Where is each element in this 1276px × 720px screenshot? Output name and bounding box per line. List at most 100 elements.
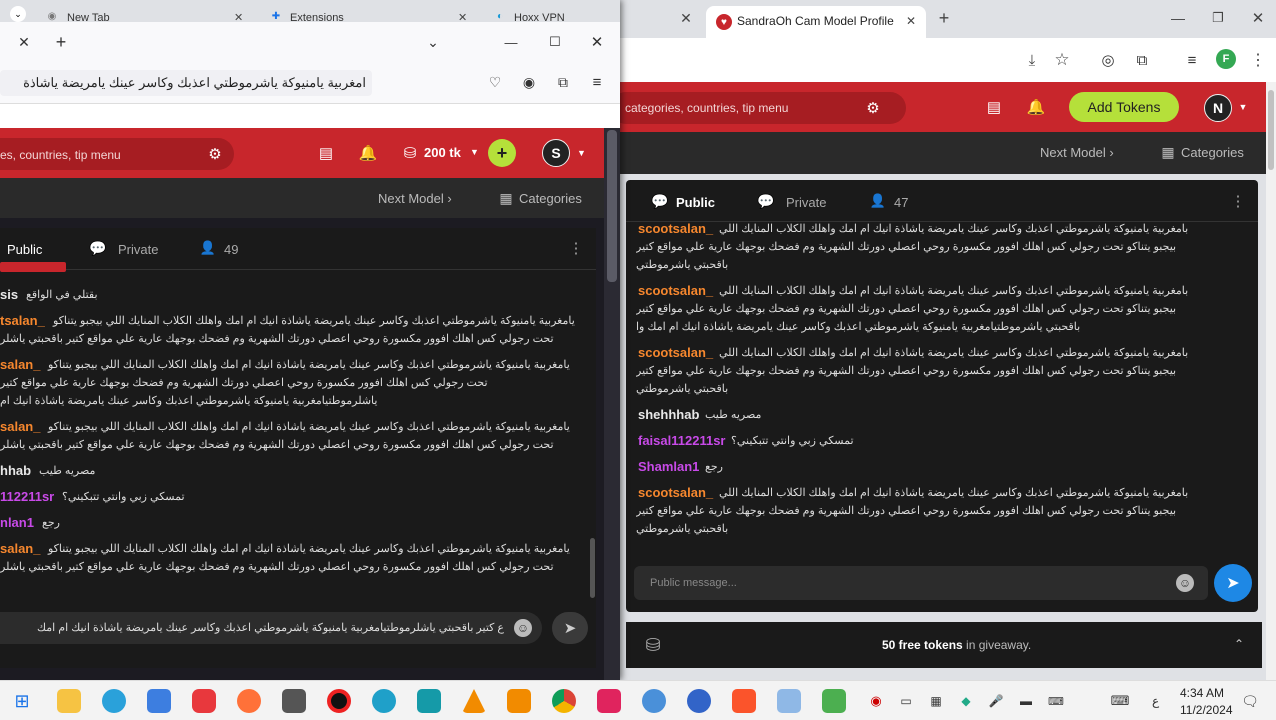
tab-private[interactable]: Private (118, 242, 158, 257)
tray-mic-icon[interactable]: 🎤 (988, 693, 1004, 709)
chat-menu-icon[interactable]: ⋮ (1230, 193, 1246, 210)
chat-username[interactable]: faisal112211sr (638, 432, 730, 450)
list-tabs-icon[interactable]: ⌄ (424, 33, 442, 51)
chevron-down-icon[interactable]: ▼ (470, 147, 479, 157)
chat-username[interactable]: salan_ (0, 356, 45, 374)
tray-app-icon[interactable]: ▦ (928, 693, 944, 709)
send-button[interactable]: ➤ (552, 612, 588, 644)
vlc-icon[interactable] (462, 689, 486, 713)
tab-dropdown-icon[interactable]: ⌄ (10, 6, 26, 22)
tab-close-icon[interactable]: ✕ (904, 14, 918, 28)
chat-username[interactable]: scootsalan_ (638, 484, 718, 502)
chat-username[interactable]: nlan1 (0, 514, 38, 532)
message-input[interactable]: ع كتير باقحبتي ياشلرموطتيامغربية يامنيوك… (0, 612, 542, 644)
clock-time[interactable]: 4:34 AM (1180, 686, 1224, 700)
chat-username[interactable]: salan_ (0, 540, 45, 558)
page-scrollbar[interactable] (1266, 82, 1276, 680)
extension-icon[interactable]: ◎ (1098, 50, 1118, 70)
next-model-link[interactable]: Next Model › (378, 191, 452, 206)
tab-public[interactable]: Public (7, 242, 42, 257)
firefox-icon[interactable] (237, 689, 261, 713)
photos-icon[interactable] (822, 689, 846, 713)
ur-browser-icon[interactable] (687, 689, 711, 713)
chat-username[interactable]: 112211sr (0, 488, 59, 506)
brave-icon[interactable] (732, 689, 756, 713)
pocket-icon[interactable]: ♡ (486, 73, 504, 91)
tab-title[interactable]: Hoxx VPN (514, 12, 565, 22)
media-icon[interactable]: ≡ (1182, 50, 1202, 70)
profile-avatar[interactable]: F (1216, 49, 1236, 69)
new-tab-button[interactable]: + (934, 8, 954, 28)
next-model-link[interactable]: Next Model › (1040, 145, 1114, 160)
tab-private[interactable]: Private (786, 195, 826, 210)
notepad-icon[interactable] (777, 689, 801, 713)
chromium-icon[interactable] (642, 689, 666, 713)
url-bar[interactable]: امغربية يامنيوكة ياشرموطتي اعذبك وكاسر ع… (0, 70, 372, 96)
emoji-icon[interactable]: ☺ (1176, 574, 1194, 592)
categories-link[interactable]: Categories (519, 191, 582, 206)
chat-scrollbar[interactable] (590, 538, 595, 598)
media-app-icon[interactable] (282, 689, 306, 713)
search-bar[interactable]: categories, countries, tip menu ⚙ (610, 92, 906, 124)
notification-center-icon[interactable]: 🗨 (1240, 692, 1260, 710)
chat-username[interactable]: shehhhab (638, 406, 704, 424)
chat-menu-icon[interactable]: ⋮ (568, 240, 584, 257)
extensions-icon[interactable]: ⧉ (554, 73, 572, 91)
tray-keyboard-icon[interactable]: ⌨ (1110, 693, 1130, 709)
tab-close-icon[interactable]: ✕ (678, 10, 694, 26)
giveaway-bar[interactable]: ⛁ 50 free tokens in giveaway. ⌃ (626, 622, 1262, 668)
chevron-up-icon[interactable]: ⌃ (1232, 637, 1246, 651)
tray-network-app-icon[interactable]: ◆ (958, 693, 974, 709)
minimize-button[interactable]: — (1168, 8, 1188, 28)
puzzle-icon[interactable]: ⧉ (1132, 50, 1152, 70)
tab-title[interactable]: New Tab (67, 12, 110, 22)
send-button[interactable]: ➤ (1214, 564, 1252, 602)
chat-username[interactable]: salan_ (0, 418, 45, 436)
edge-icon[interactable] (372, 689, 396, 713)
chat-username[interactable]: sis (0, 286, 23, 304)
close-window-button[interactable]: ✕ (1248, 8, 1268, 28)
chat-username[interactable]: scootsalan_ (638, 282, 718, 300)
add-tokens-plus-button[interactable]: + (488, 139, 516, 167)
tray-drive-icon[interactable]: ▬ (1018, 693, 1034, 709)
vivaldi-icon[interactable] (192, 689, 216, 713)
tray-record-icon[interactable]: ◉ (868, 693, 884, 709)
calculator-icon[interactable] (417, 689, 441, 713)
categories-link[interactable]: Categories (1181, 145, 1244, 160)
filter-icon[interactable]: ⚙ (206, 145, 224, 163)
restore-button[interactable]: ❐ (1208, 8, 1228, 28)
tab-title[interactable]: Extensions (290, 12, 344, 22)
start-icon[interactable]: ⊞ (10, 689, 34, 713)
chevron-down-icon[interactable]: ▼ (577, 148, 586, 158)
telegram-icon[interactable] (102, 689, 126, 713)
chat-username[interactable]: hhab (0, 462, 36, 480)
account-icon[interactable]: ◉ (520, 73, 538, 91)
emoji-icon[interactable]: ☺ (514, 619, 532, 637)
download-icon[interactable]: ⤓ (1022, 50, 1042, 70)
tray-ime-icon[interactable]: ⌨ (1048, 693, 1064, 709)
tray-display-icon[interactable]: ▭ (898, 693, 914, 709)
close-window-button[interactable]: ✕ (588, 33, 606, 51)
app-icon[interactable] (507, 689, 531, 713)
tab-sandraoh[interactable]: ♥ SandraOh Cam Model Profile | ✕ (706, 6, 926, 38)
public-message-input[interactable]: Public message... ☺ (634, 566, 1208, 600)
chevron-down-icon[interactable]: ▼ (1237, 100, 1249, 114)
scroll-thumb[interactable] (1268, 90, 1274, 170)
notifications-bell-icon[interactable]: 🔔 (1026, 97, 1046, 117)
input-language[interactable]: ع (1152, 694, 1159, 708)
user-avatar[interactable]: N (1204, 94, 1232, 122)
messages-icon[interactable]: ▤ (984, 97, 1004, 117)
store-icon[interactable] (147, 689, 171, 713)
firefox-menu-icon[interactable]: ≡ (588, 73, 606, 91)
chrome-icon[interactable] (552, 689, 576, 713)
clock-date[interactable]: 11/2/2024 (1180, 703, 1233, 717)
chat-username[interactable]: tsalan_ (0, 312, 49, 330)
close-tab-icon[interactable]: ✕ (16, 34, 32, 50)
filter-icon[interactable]: ⚙ (864, 99, 882, 117)
add-tokens-button[interactable]: Add Tokens (1069, 92, 1179, 122)
chrome-menu-icon[interactable]: ⋮ (1248, 50, 1268, 70)
chat-username[interactable]: scootsalan_ (638, 222, 718, 238)
tab-close-icon[interactable]: ✕ (458, 11, 467, 22)
chat-username[interactable]: scootsalan_ (638, 344, 718, 362)
page-scrollbar[interactable] (604, 128, 620, 680)
